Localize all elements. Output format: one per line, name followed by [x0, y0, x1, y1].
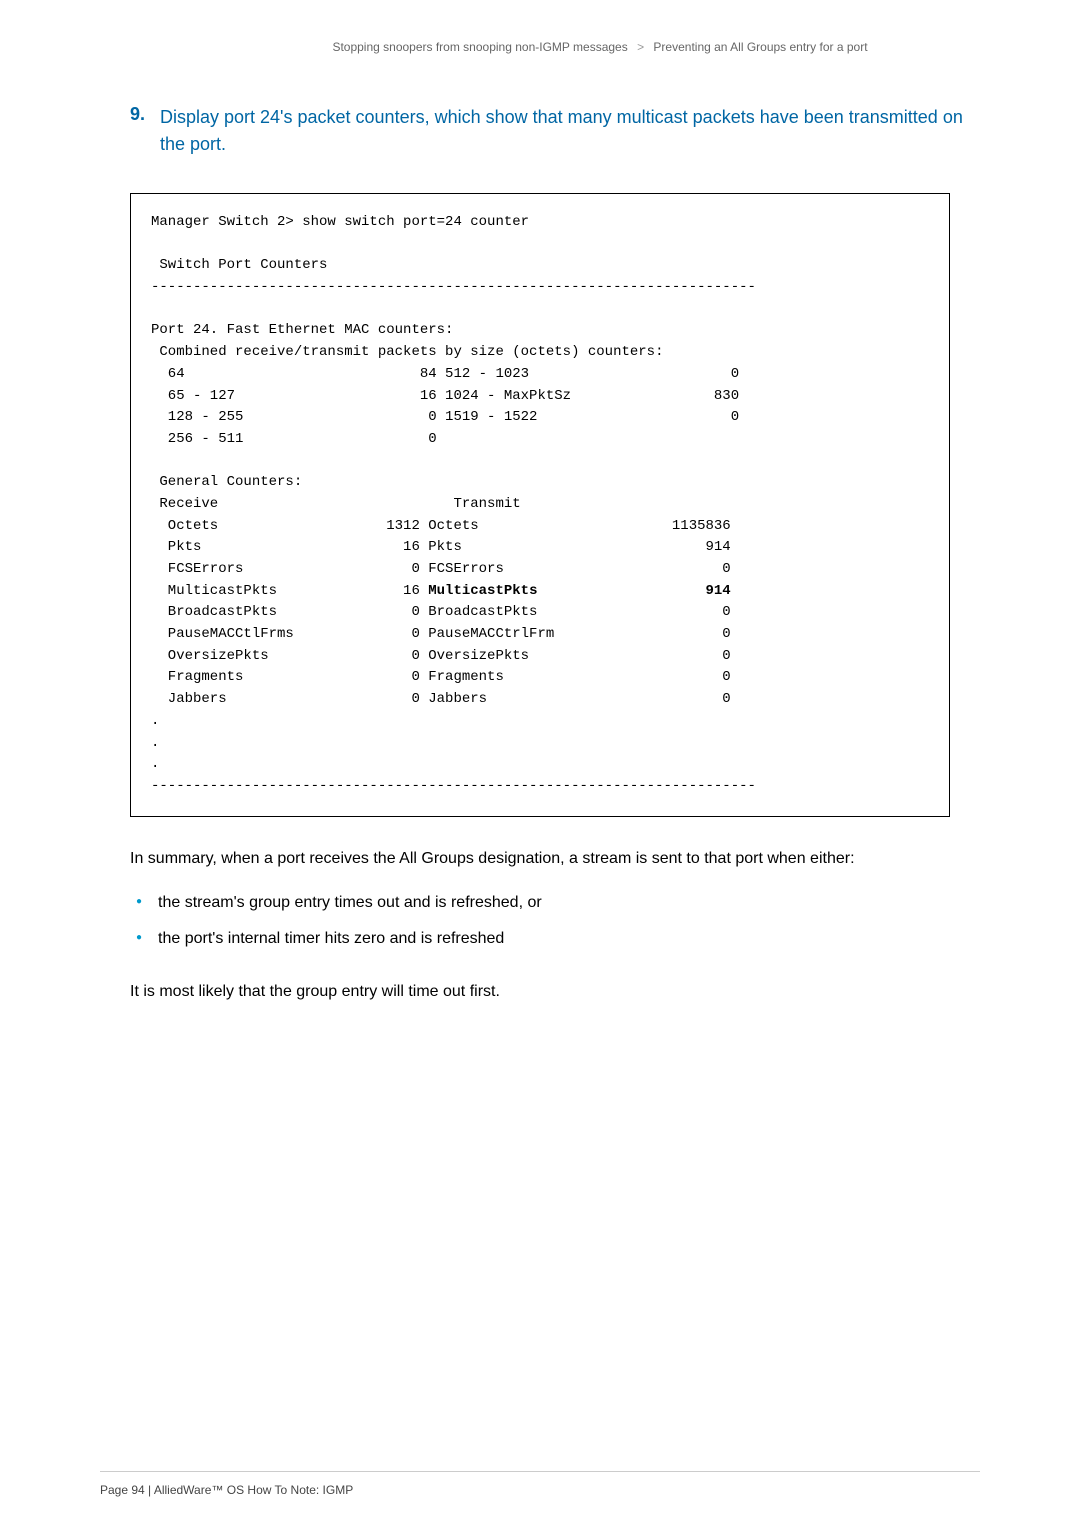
step-row: 9. Display port 24's packet counters, wh…: [100, 104, 980, 158]
closing-paragraph: It is most likely that the group entry w…: [130, 980, 950, 1004]
breadcrumb: Stopping snoopers from snooping non-IGMP…: [100, 40, 980, 54]
breadcrumb-right: Preventing an All Groups entry for a por…: [653, 40, 867, 54]
page-footer: Page 94 | AlliedWare™ OS How To Note: IG…: [100, 1483, 353, 1497]
summary-paragraph: In summary, when a port receives the All…: [130, 847, 950, 871]
list-item: the port's internal timer hits zero and …: [130, 925, 950, 954]
step-text: Display port 24's packet counters, which…: [160, 104, 980, 158]
bullet-list: the stream's group entry times out and i…: [130, 889, 950, 963]
breadcrumb-separator: >: [637, 40, 644, 54]
footer-divider: [100, 1471, 980, 1472]
list-item: the stream's group entry times out and i…: [130, 889, 950, 918]
breadcrumb-left: Stopping snoopers from snooping non-IGMP…: [332, 40, 627, 54]
terminal-output: Manager Switch 2> show switch port=24 co…: [130, 193, 950, 817]
step-number: 9.: [130, 104, 160, 158]
